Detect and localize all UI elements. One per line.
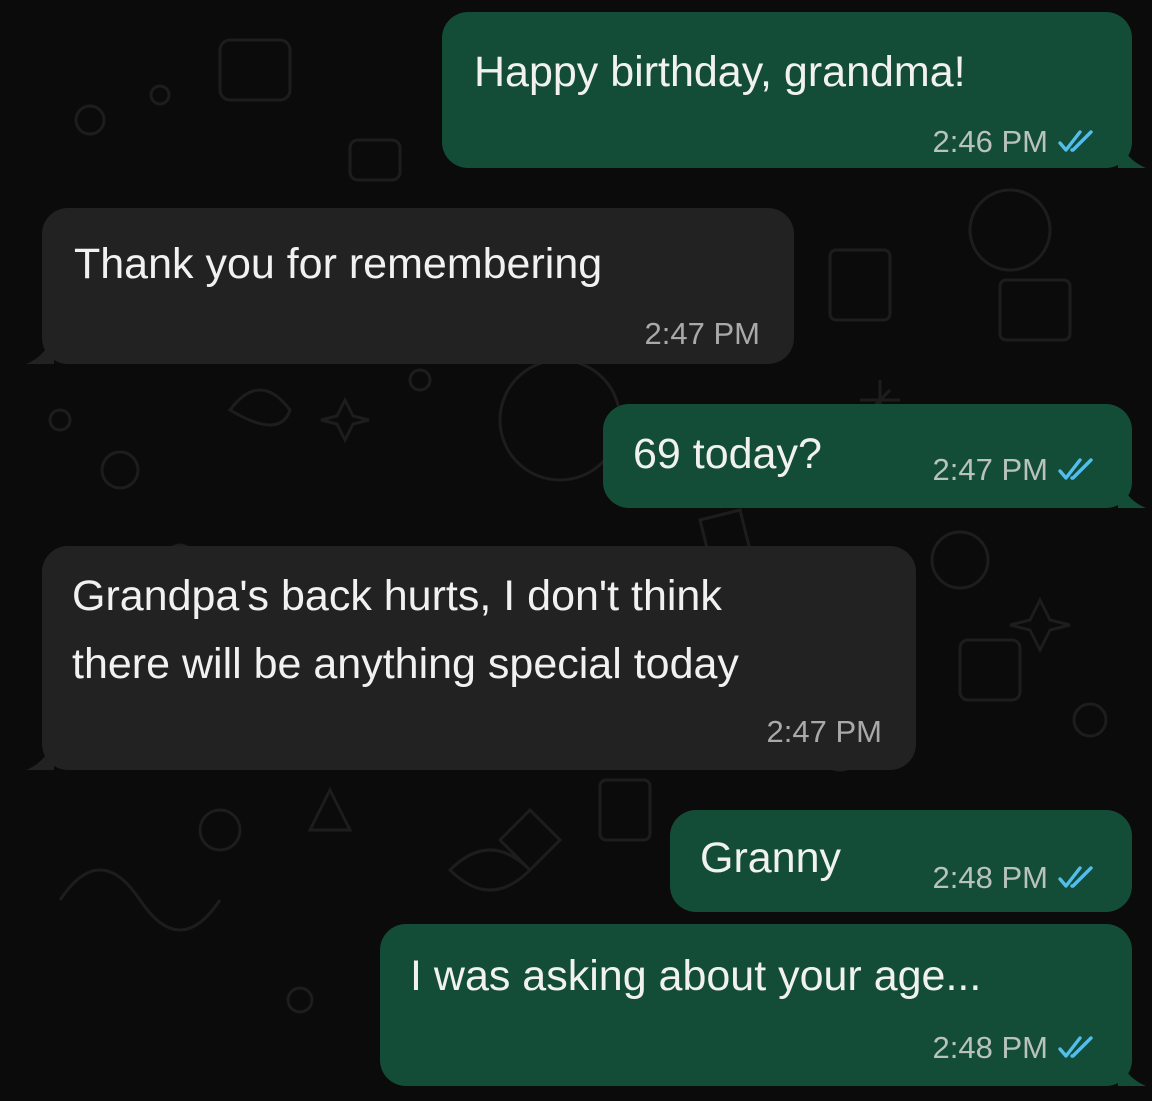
message-meta: 2:47 PM xyxy=(767,714,882,750)
message-time: 2:47 PM xyxy=(932,452,1048,487)
message-text-line-2: there will be anything special today xyxy=(72,640,739,688)
message-bubble-incoming[interactable]: Grandpa's back hurts, I don't think ther… xyxy=(26,546,916,770)
message-meta: 2:47 PM xyxy=(933,452,1100,488)
bubble-tail xyxy=(1118,478,1146,508)
message-bubble-outgoing[interactable]: 69 today? 2:47 PM xyxy=(603,404,1146,508)
read-ticks-icon xyxy=(1058,130,1093,152)
bubble-tail xyxy=(26,334,54,364)
message-time: 2:47 PM xyxy=(644,316,760,351)
bubble-tail xyxy=(1118,138,1146,168)
read-ticks-icon xyxy=(1058,866,1093,888)
message-time: 2:48 PM xyxy=(932,860,1048,895)
read-ticks-icon xyxy=(1058,1036,1093,1058)
message-text: I was asking about your age... xyxy=(410,952,982,1000)
message-text-line-1: Grandpa's back hurts, I don't think xyxy=(72,572,722,620)
message-time: 2:46 PM xyxy=(932,124,1048,159)
message-text: Thank you for remembering xyxy=(74,240,603,288)
bubble-tail xyxy=(26,740,54,770)
bubble-tail xyxy=(1118,1056,1146,1086)
message-time: 2:47 PM xyxy=(766,714,882,749)
message-time: 2:48 PM xyxy=(932,1030,1048,1065)
read-ticks-icon xyxy=(1058,458,1093,480)
message-meta: 2:48 PM xyxy=(933,860,1100,896)
message-meta: 2:48 PM xyxy=(933,1030,1100,1066)
message-bubble-incoming[interactable]: Thank you for remembering 2:47 PM xyxy=(26,208,794,364)
message-text: Happy birthday, grandma! xyxy=(474,48,966,96)
message-meta: 2:46 PM xyxy=(933,124,1100,160)
message-bubble-outgoing[interactable]: I was asking about your age... 2:48 PM xyxy=(380,924,1146,1086)
message-meta: 2:47 PM xyxy=(645,316,760,352)
message-text: Granny xyxy=(700,834,842,882)
message-bubble-outgoing[interactable]: Granny 2:48 PM xyxy=(670,810,1132,912)
message-bubble-outgoing[interactable]: Happy birthday, grandma! 2:46 PM xyxy=(442,12,1146,168)
message-text: 69 today? xyxy=(633,430,822,478)
